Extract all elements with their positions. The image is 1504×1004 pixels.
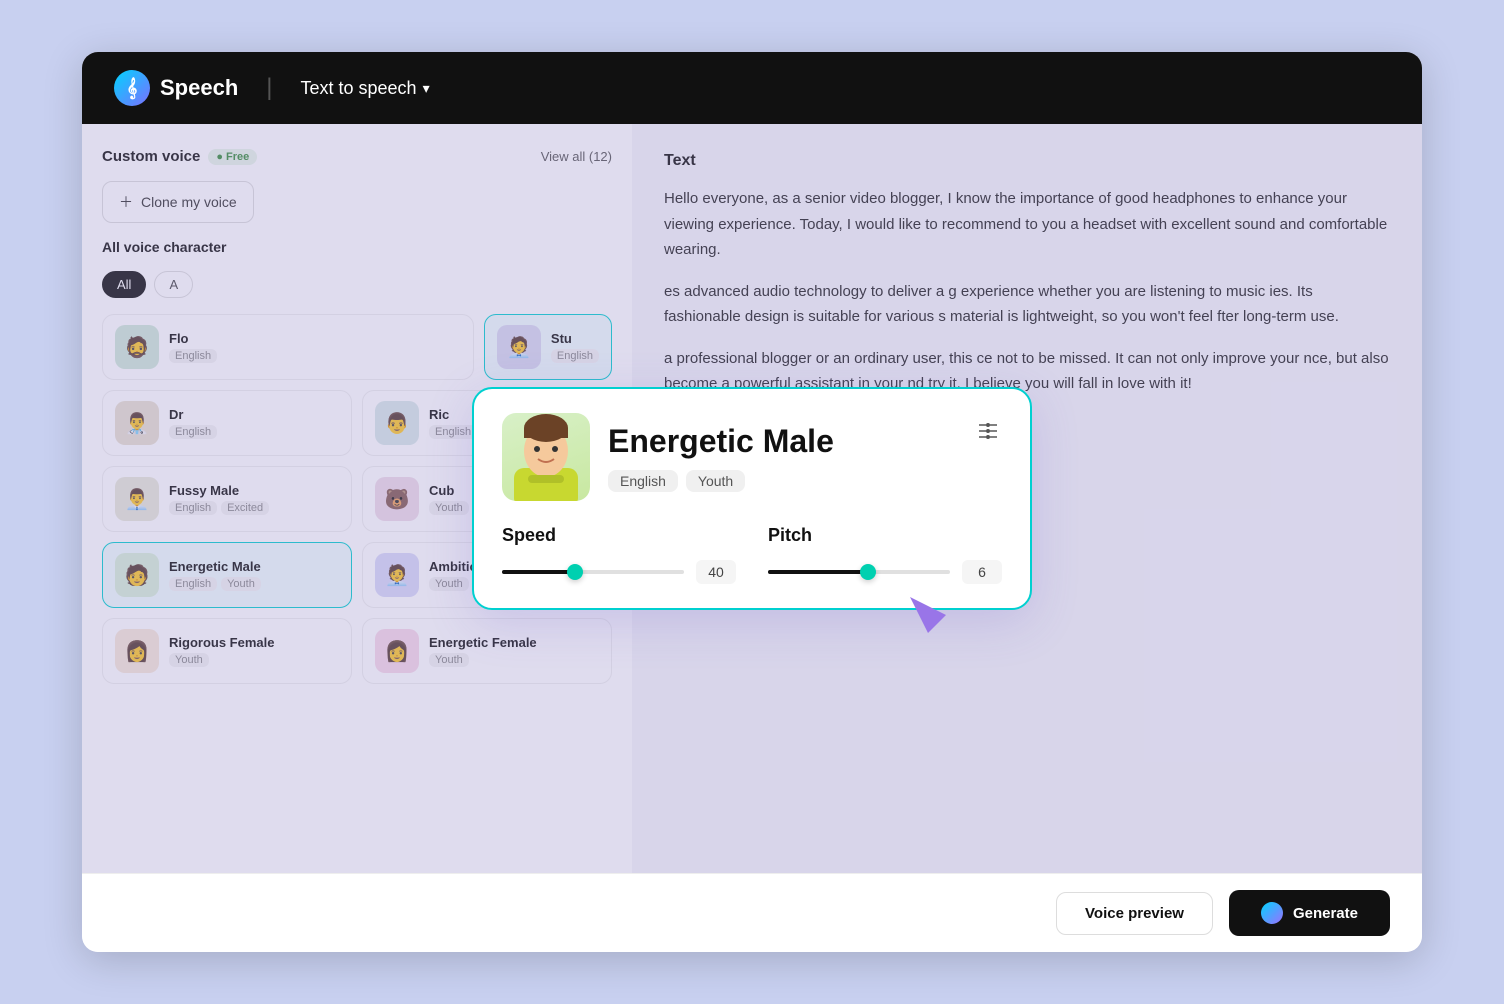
chevron-down-icon: ▾ <box>423 80 430 97</box>
bottom-bar: Voice preview Generate <box>82 873 1422 952</box>
pitch-slider-row: 6 <box>768 560 1002 584</box>
popup-overlay: Energetic Male English Youth Speed <box>82 124 1422 873</box>
app-container: 𝄞 Speech | Text to speech ▾ Custom voice… <box>82 52 1422 952</box>
logo-area: 𝄞 Speech <box>114 70 238 106</box>
speed-control: Speed 40 <box>502 525 736 584</box>
speed-slider-track[interactable] <box>502 570 684 574</box>
speed-value: 40 <box>696 560 736 584</box>
popup-tag-english: English <box>608 470 678 492</box>
popup-controls: Speed 40 Pitch <box>502 525 1002 584</box>
header-divider: | <box>266 74 272 102</box>
pitch-slider-track[interactable] <box>768 570 950 574</box>
speed-label: Speed <box>502 525 736 546</box>
generate-button[interactable]: Generate <box>1229 890 1390 936</box>
pitch-control: Pitch 6 <box>768 525 1002 584</box>
header-nav-label: Text to speech <box>301 78 417 99</box>
popup-voice-header: Energetic Male English Youth <box>502 413 1002 501</box>
popup-card: Energetic Male English Youth Speed <box>472 387 1032 610</box>
settings-icon-button[interactable] <box>970 413 1006 449</box>
app-logo-text: Speech <box>160 75 238 101</box>
speed-slider-row: 40 <box>502 560 736 584</box>
generate-icon <box>1261 902 1283 924</box>
popup-tag-youth: Youth <box>686 470 745 492</box>
main-content: Custom voice ● Free View all (12) ＋ Clon… <box>82 124 1422 873</box>
popup-tags: English Youth <box>608 470 834 492</box>
voice-preview-button[interactable]: Voice preview <box>1056 892 1213 935</box>
popup-avatar <box>502 413 590 501</box>
header-nav[interactable]: Text to speech ▾ <box>301 78 430 99</box>
header: 𝄞 Speech | Text to speech ▾ <box>82 52 1422 124</box>
popup-voice-info: Energetic Male English Youth <box>608 423 834 492</box>
app-logo-icon: 𝄞 <box>114 70 150 106</box>
pitch-value: 6 <box>962 560 1002 584</box>
pitch-label: Pitch <box>768 525 1002 546</box>
popup-voice-name: Energetic Male <box>608 423 834 460</box>
